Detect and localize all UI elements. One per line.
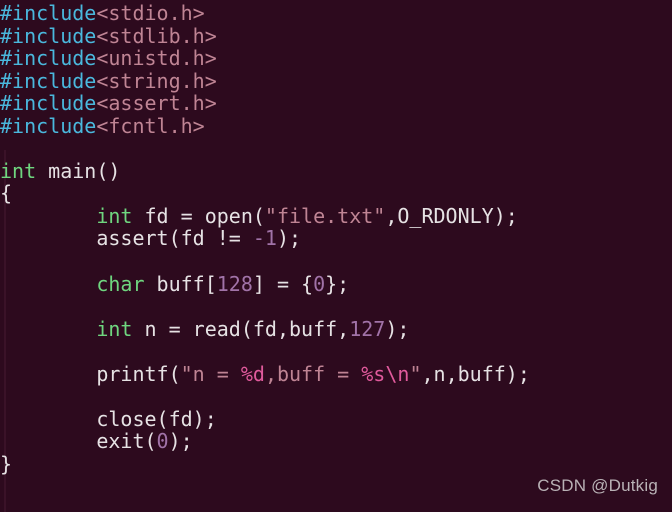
code-token-plain: assert(fd != [0, 226, 253, 251]
code-token-num: 0 [313, 271, 326, 296]
code-line: { [0, 182, 672, 205]
code-line: close(fd); [0, 408, 672, 431]
code-line: printf("n = %d,buff = %s\n",n,buff); [0, 361, 672, 386]
code-token-plain: n = read(fd,buff, [132, 316, 350, 341]
code-line: int n = read(fd,buff,127); [0, 316, 672, 341]
code-token-pre: #include [0, 91, 97, 116]
code-token-plain: buff[ [144, 271, 217, 296]
code-token-pre: #include [0, 1, 97, 25]
code-token-plain: printf( [0, 361, 181, 386]
code-line: #include<assert.h> [0, 92, 672, 115]
code-line: } [0, 453, 672, 476]
code-token-type: int [96, 203, 133, 228]
code-token-str: " [409, 361, 422, 386]
code-token-header: <unistd.h> [96, 46, 217, 71]
code-token-type: char [96, 271, 145, 296]
code-token-plain: { [0, 181, 13, 206]
code-token-plain: ,n,buff); [421, 361, 530, 386]
code-line: char buff[128] = {0}; [0, 271, 672, 296]
code-token-header: <stdio.h> [96, 1, 205, 25]
code-line: int main() [0, 160, 672, 183]
code-token-str: ,buff = [264, 361, 362, 386]
code-line: #include<unistd.h> [0, 47, 672, 70]
code-line: #include<stdio.h> [0, 2, 672, 25]
code-token-plain: }; [325, 271, 350, 296]
source-code-block[interactable]: #include<stdio.h> #include<stdlib.h> #incl… [0, 2, 672, 475]
code-token-str: "n = [180, 361, 241, 386]
code-token-plain: ] = { [252, 271, 314, 296]
code-token-esc: %s [361, 361, 386, 386]
code-token-type: int [96, 316, 133, 341]
code-token-num: 127 [349, 316, 386, 341]
code-token-plain: ); [385, 316, 410, 341]
code-token-plain: main() [36, 158, 121, 183]
code-line: exit(0); [0, 430, 672, 453]
code-token-esc: %d [240, 361, 265, 386]
code-token-num: 0 [156, 429, 169, 454]
code-token-plain: ,O_RDONLY); [385, 203, 518, 228]
code-token-num: 128 [216, 271, 253, 296]
code-token-type: int [0, 158, 37, 183]
code-line: #include<fcntl.h> [0, 113, 672, 138]
code-token-header: <assert.h> [96, 91, 217, 116]
code-line: int fd = open("file.txt",O_RDONLY); [0, 205, 672, 228]
code-token-header: <fcntl.h> [96, 113, 205, 138]
code-token-num: -1 [252, 226, 277, 251]
code-line: #include<stdlib.h> [0, 23, 672, 48]
code-line: assert(fd != -1); [0, 227, 672, 250]
code-token-pre: #include [0, 68, 97, 93]
code-token-esc: \n [385, 361, 410, 386]
code-token-plain: ); [276, 226, 302, 251]
code-line: #include<string.h> [0, 68, 672, 93]
code-token-plain: ); [168, 429, 193, 454]
code-editor-viewport: #include<stdio.h> #include<stdlib.h> #incl… [0, 0, 672, 512]
code-token-str: "file.txt" [264, 203, 386, 228]
code-token-pre: #include [0, 23, 97, 48]
code-token-pre: #include [0, 113, 97, 138]
code-token-plain: fd = open( [132, 203, 265, 228]
code-token-plain: exit( [0, 429, 157, 454]
csdn-watermark: CSDN @Dutkig [537, 476, 658, 495]
code-token-plain: } [0, 451, 13, 476]
code-token-header: <stdlib.h> [96, 23, 217, 48]
code-token-header: <string.h> [96, 68, 217, 93]
code-token-pre: #include [0, 46, 97, 71]
code-token-plain: close(fd); [0, 406, 217, 431]
